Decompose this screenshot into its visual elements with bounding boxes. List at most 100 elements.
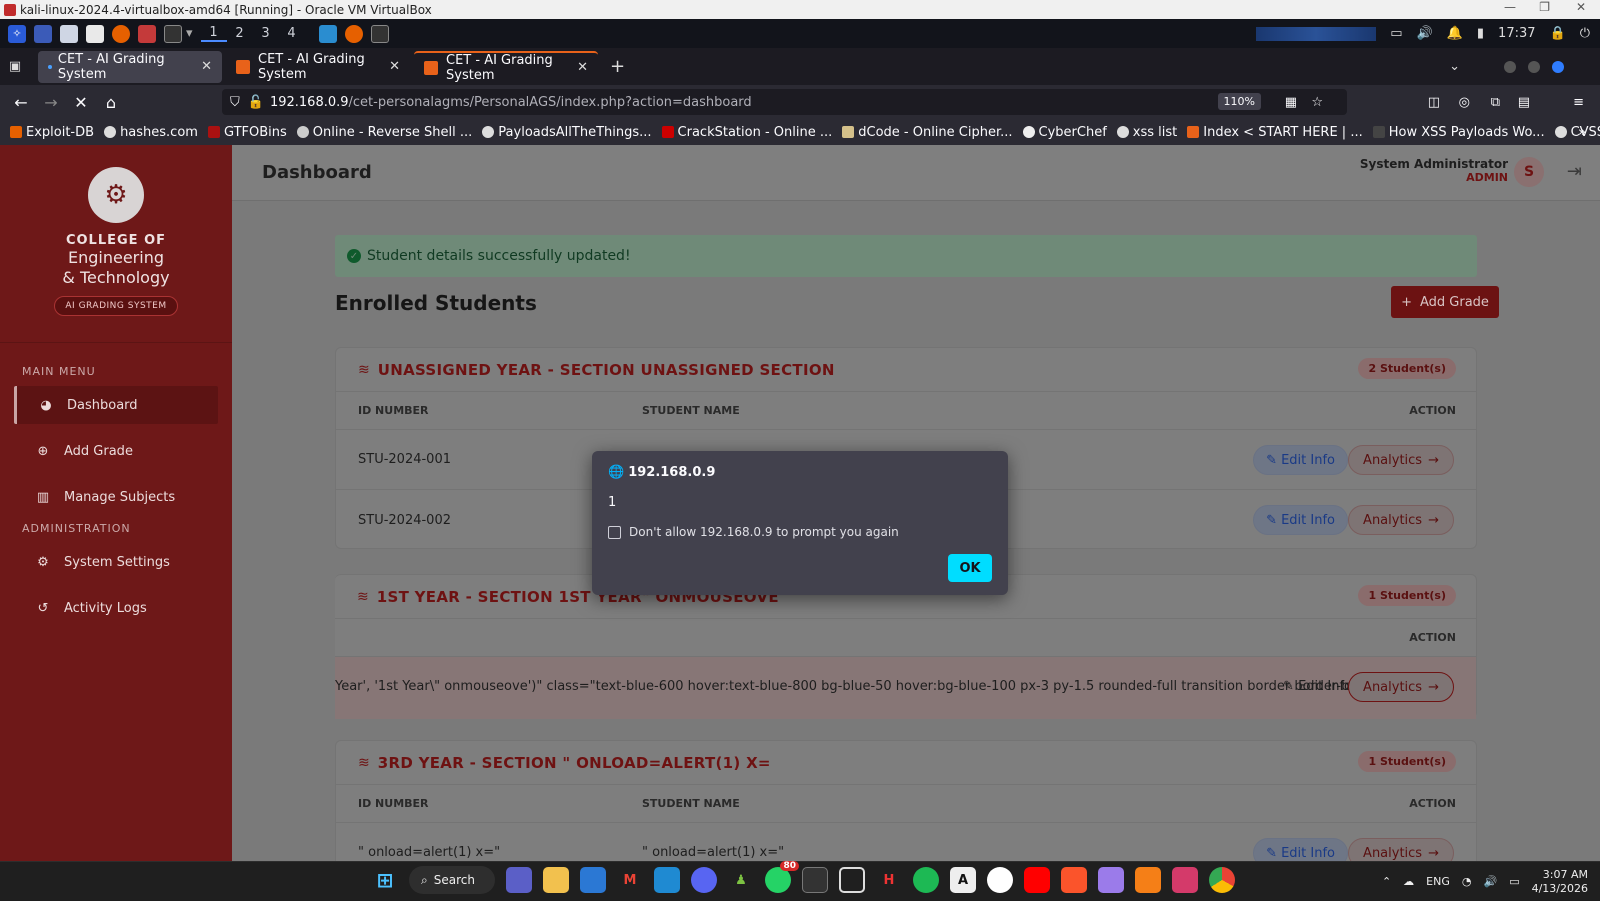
firefox-icon[interactable]	[112, 24, 130, 43]
avatar[interactable]: S	[1514, 157, 1544, 187]
tab-3[interactable]: CET - AI Grading System ✕	[414, 50, 598, 83]
extensions-icon[interactable]: ⧉	[1491, 95, 1500, 110]
workspace-2[interactable]: 2	[227, 26, 253, 41]
window-minimize-icon[interactable]	[1504, 60, 1516, 73]
taskbar-search[interactable]: ⌕ Search	[409, 866, 495, 894]
bookmark-hashes[interactable]: hashes.com	[104, 125, 198, 140]
xampp-icon[interactable]	[1135, 867, 1161, 893]
terminal-icon[interactable]	[802, 867, 828, 893]
address-bar[interactable]: ⛉ 🔓 192.168.0.9 /cet-personalagms/Person…	[222, 89, 1347, 115]
burp-icon[interactable]	[138, 24, 156, 43]
app-icon[interactable]: H	[876, 867, 902, 893]
bookmark-payloads[interactable]: PayloadsAllTheThings...	[482, 125, 652, 140]
sidebar-item-activity-logs[interactable]: ↺ Activity Logs	[0, 589, 232, 627]
tab-2[interactable]: CET - AI Grading System ✕	[226, 51, 410, 83]
youtube-icon[interactable]	[1024, 867, 1050, 893]
terminal-running-icon[interactable]	[370, 24, 389, 43]
sidebar-item-dashboard[interactable]: ◕ Dashboard	[14, 386, 218, 424]
gmail-icon[interactable]: M	[617, 867, 643, 893]
battery-icon[interactable]: ▮	[1477, 26, 1484, 41]
power-icon[interactable]: ⏻	[1580, 26, 1590, 41]
app-icon[interactable]	[1172, 867, 1198, 893]
volume-icon[interactable]: 🔊	[1483, 875, 1497, 888]
more-bookmarks-icon[interactable]: »	[1578, 125, 1586, 140]
lock-icon[interactable]: 🔒	[1550, 26, 1566, 41]
stop-icon[interactable]: ✕	[66, 93, 96, 112]
analytics-button[interactable]: Analytics →	[1348, 838, 1454, 861]
close-icon[interactable]: ✕	[1576, 0, 1586, 14]
edit-info-link[interactable]: ✎ Edit Info	[1283, 679, 1352, 694]
bookmark-star-icon[interactable]: ☆	[1311, 95, 1323, 110]
app-icon[interactable]	[839, 867, 865, 893]
tracking-shield-icon[interactable]: ⛉	[230, 95, 240, 110]
tab-overview-icon[interactable]: ▣	[0, 59, 30, 74]
file-explorer-icon[interactable]	[543, 867, 569, 893]
kali-menu-icon[interactable]: ✧	[8, 24, 26, 43]
workspace-4[interactable]: 4	[279, 26, 305, 41]
new-tab-icon[interactable]: +	[610, 56, 625, 77]
sidebar-icon[interactable]: ▤	[1518, 95, 1530, 110]
close-tab-icon[interactable]: ✕	[201, 59, 212, 74]
window-close-icon[interactable]	[1552, 60, 1564, 73]
language-indicator[interactable]: ENG	[1426, 875, 1450, 888]
sidebar-item-add-grade[interactable]: ⊕ Add Grade	[0, 432, 232, 470]
tab-1[interactable]: CET - AI Grading System ✕	[38, 50, 222, 83]
dropdown-icon[interactable]: ▾	[186, 26, 193, 41]
discord-icon[interactable]	[691, 867, 717, 893]
bookmark-cyberchef[interactable]: CyberChef	[1022, 125, 1107, 140]
app-icon[interactable]	[318, 24, 337, 43]
hamburger-menu-icon[interactable]: ≡	[1573, 95, 1584, 110]
show-desktop-icon[interactable]	[34, 24, 52, 43]
analytics-button[interactable]: Analytics →	[1348, 505, 1454, 535]
wifi-icon[interactable]: ◔	[1462, 875, 1472, 888]
windows-start-icon[interactable]: ⊞	[372, 867, 398, 893]
dont-allow-checkbox[interactable]: Don't allow 192.168.0.9 to prompt you ag…	[608, 525, 899, 539]
display-icon[interactable]: ▭	[1390, 26, 1402, 41]
back-icon[interactable]: ←	[6, 93, 36, 112]
bookmark-revshell[interactable]: Online - Reverse Shell ...	[296, 125, 472, 140]
store-icon[interactable]	[580, 867, 606, 893]
analytics-button[interactable]: Analytics →	[1348, 672, 1454, 702]
edit-info-button[interactable]: ✎ Edit Info	[1253, 838, 1348, 861]
bookmark-start-here[interactable]: Index < START HERE | ...	[1187, 125, 1363, 140]
battery-icon[interactable]: ▭	[1509, 875, 1519, 888]
account-icon[interactable]: ◎	[1459, 95, 1470, 110]
window-maximize-icon[interactable]	[1528, 60, 1540, 73]
taskbar-clock[interactable]: 3:07 AM 4/13/2026	[1532, 868, 1588, 896]
minimize-icon[interactable]: —	[1504, 0, 1516, 14]
sidebar-item-system-settings[interactable]: ⚙ System Settings	[0, 543, 232, 581]
chevron-up-icon[interactable]: ⌃	[1382, 875, 1391, 888]
logout-icon[interactable]: ⇥	[1567, 161, 1582, 182]
edit-info-button[interactable]: ✎ Edit Info	[1253, 445, 1348, 475]
workspace-3[interactable]: 3	[253, 26, 279, 41]
pocket-icon[interactable]: ◫	[1428, 95, 1440, 110]
sidebar-item-manage-subjects[interactable]: ▥ Manage Subjects	[0, 478, 232, 516]
list-tabs-icon[interactable]: ⌄	[1449, 59, 1460, 74]
close-tab-icon[interactable]: ✕	[389, 59, 400, 74]
volume-icon[interactable]: 🔊	[1417, 26, 1433, 41]
brave-icon[interactable]	[1061, 867, 1087, 893]
app-icon[interactable]: A	[950, 867, 976, 893]
github-icon[interactable]	[987, 867, 1013, 893]
edit-info-button[interactable]: ✎ Edit Info	[1253, 505, 1348, 535]
firefox-running-icon[interactable]	[344, 24, 363, 43]
qr-code-icon[interactable]: ▦	[1285, 95, 1297, 110]
forward-icon[interactable]: →	[36, 93, 66, 112]
add-grade-button[interactable]: + Add Grade	[1391, 286, 1499, 318]
terminal-icon[interactable]	[164, 24, 182, 43]
whatsapp-icon[interactable]: 80	[765, 861, 799, 893]
checkbox-box[interactable]	[608, 525, 621, 539]
app-icon[interactable]	[1098, 867, 1124, 893]
ok-button[interactable]: OK	[948, 554, 992, 582]
onedrive-icon[interactable]: ☁	[1403, 875, 1414, 888]
insecure-lock-icon[interactable]: 🔓	[248, 95, 264, 110]
spotify-icon[interactable]	[913, 867, 939, 893]
bookmark-gtfobins[interactable]: GTFOBins	[207, 125, 287, 140]
text-editor-icon[interactable]	[86, 24, 104, 43]
zoom-level[interactable]: 110%	[1217, 93, 1261, 110]
analytics-button[interactable]: Analytics →	[1348, 445, 1454, 475]
notification-icon[interactable]: 🔔	[1447, 26, 1463, 41]
bookmark-dcode[interactable]: dCode - Online Cipher...	[842, 125, 1013, 140]
file-manager-icon[interactable]	[60, 24, 78, 43]
bookmark-exploit-db[interactable]: Exploit-DB	[10, 125, 94, 140]
